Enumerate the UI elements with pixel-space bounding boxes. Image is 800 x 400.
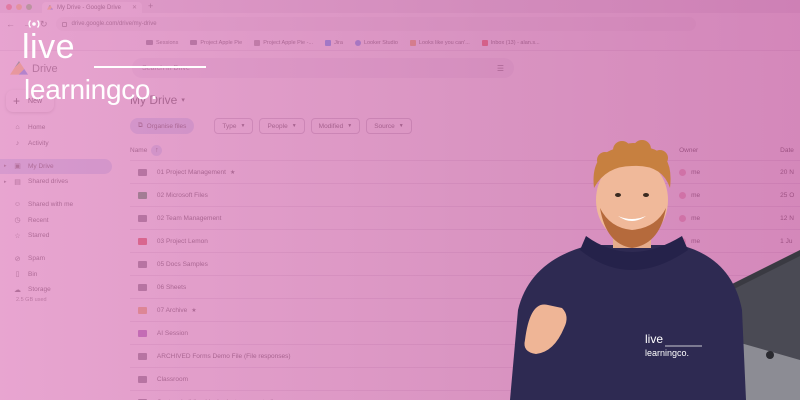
close-window-button[interactable]: [6, 3, 12, 10]
people-icon: ☺: [13, 201, 22, 208]
sidebar-item-starred[interactable]: ☆ Starred: [0, 228, 120, 243]
bookmark-inbox[interactable]: Inbox (13) - alan.s...: [481, 39, 540, 46]
bell-icon: ♪: [15, 139, 20, 147]
brand-logo: live learningco.: [22, 18, 206, 108]
organise-icon: ⧉: [138, 122, 143, 129]
new-tab-icon[interactable]: +: [148, 1, 153, 12]
sidebar-item-shared-with-me[interactable]: ☺ Shared with me: [0, 197, 120, 212]
type-filter[interactable]: Type ▼: [214, 118, 254, 134]
shared-drives-icon: ▤: [14, 178, 21, 186]
folder-icon: [138, 329, 147, 337]
source-filter[interactable]: Source ▼: [366, 118, 412, 134]
file-name: 02 Team Management: [156, 214, 222, 222]
tab-title: My Drive - Google Drive: [57, 4, 122, 11]
storage-used-text: 2.5 GB used: [16, 296, 47, 303]
expand-caret-icon[interactable]: ▸: [4, 163, 7, 169]
doc-icon: [254, 39, 261, 46]
organise-files-button[interactable]: ⧉ Organise files: [130, 118, 195, 134]
file-name: 06 Sheets: [156, 283, 187, 291]
sidebar: ⌂ Home ♪ Activity ▸ ▣ My Drive ▸ ▤ Share…: [0, 120, 120, 311]
folder-icon: [138, 375, 147, 383]
star-icon: ☆: [14, 232, 21, 240]
plus-icon: +: [13, 94, 21, 108]
sidebar-item-bin[interactable]: ▯ Bin: [0, 267, 120, 282]
chevron-down-icon: ▼: [398, 123, 404, 129]
home-icon: ⌂: [15, 124, 20, 131]
bookmark-project-apple-pie-doc[interactable]: Project Apple Pie -...: [254, 39, 313, 46]
minimize-window-button[interactable]: [16, 3, 22, 10]
sidebar-item-my-drive[interactable]: ▸ ▣ My Drive: [0, 158, 112, 174]
gmail-icon: [481, 39, 488, 46]
chevron-down-icon: ▼: [347, 123, 353, 129]
sort-arrow-icon[interactable]: ↑: [151, 144, 163, 156]
chevron-down-icon: ▼: [291, 123, 297, 129]
brand-live-text: live: [22, 28, 76, 66]
jira-icon: [325, 39, 332, 46]
file-name: 01 Project Management: [156, 168, 226, 176]
file-name: 07 Archive: [156, 306, 188, 314]
cloud-icon: ☁: [14, 286, 21, 294]
folder-icon: [138, 352, 147, 360]
browser-tab-bar: My Drive - Google Drive ✕ +: [0, 0, 800, 13]
sidebar-item-activity[interactable]: ♪ Activity: [0, 136, 120, 151]
maximize-window-button[interactable]: [26, 3, 32, 10]
bookmark-jira[interactable]: Jira: [325, 39, 343, 46]
file-name: 03 Project Lemon: [156, 237, 208, 245]
file-name: AI Session: [156, 329, 188, 337]
hoodie-logo-live: live: [645, 332, 663, 346]
hoodie-logo-learning: learningco.: [645, 348, 689, 358]
chevron-down-icon: ▼: [240, 123, 246, 129]
modified-filter[interactable]: Modified ▼: [310, 118, 361, 134]
sidebar-item-storage[interactable]: ☁ Storage: [0, 282, 120, 297]
presenter-image: live learningco.: [510, 140, 800, 400]
my-drive-icon: ▣: [14, 163, 21, 170]
bookmark-looker-studio[interactable]: Looker Studio: [354, 39, 398, 46]
file-name: Classroom: [156, 375, 188, 383]
star-icon: ★: [229, 169, 236, 176]
bin-icon: ▯: [15, 271, 20, 278]
brand-learning-text: learningco.: [24, 74, 158, 105]
drive-favicon-icon: [47, 4, 53, 10]
looker-icon: [354, 39, 361, 46]
browser-tab[interactable]: My Drive - Google Drive ✕: [42, 2, 142, 13]
folder-icon: [138, 283, 147, 291]
expand-caret-icon[interactable]: ▸: [4, 179, 7, 185]
folder-icon: [138, 306, 147, 314]
window-controls: [6, 3, 32, 10]
bookmark-looks-like[interactable]: Looks like you can'...: [409, 39, 470, 46]
folder-icon: [138, 214, 147, 222]
star-icon: ★: [191, 307, 197, 314]
folder-icon: [138, 260, 147, 268]
spam-icon: ⊘: [14, 255, 21, 263]
folder-icon: [138, 191, 147, 199]
search-options-icon[interactable]: ☰: [497, 64, 504, 73]
file-name: 05 Docs Samples: [156, 260, 208, 268]
sidebar-item-spam[interactable]: ⊘ Spam: [0, 251, 120, 266]
sidebar-item-home[interactable]: ⌂ Home: [0, 120, 120, 135]
file-name: ARCHIVED Forms Demo File (File responses…: [156, 352, 291, 360]
clock-icon: ◷: [14, 217, 21, 224]
folder-icon: [138, 237, 147, 245]
close-tab-icon[interactable]: ✕: [132, 4, 137, 11]
filter-bar: ⧉ Organise files Type ▼ People ▼ Modifie…: [130, 118, 412, 134]
file-name: 02 Microsoft Files: [156, 191, 208, 199]
apple-logo-icon: [766, 351, 774, 359]
page-icon: [409, 39, 416, 46]
back-arrow-icon[interactable]: ←: [6, 19, 15, 29]
people-filter[interactable]: People ▼: [259, 118, 305, 134]
folder-icon: [138, 168, 147, 176]
sidebar-item-shared-drives[interactable]: ▸ ▤ Shared drives: [0, 174, 120, 189]
brand-underline: [94, 66, 206, 68]
sidebar-item-recent[interactable]: ◷ Recent: [0, 213, 120, 228]
